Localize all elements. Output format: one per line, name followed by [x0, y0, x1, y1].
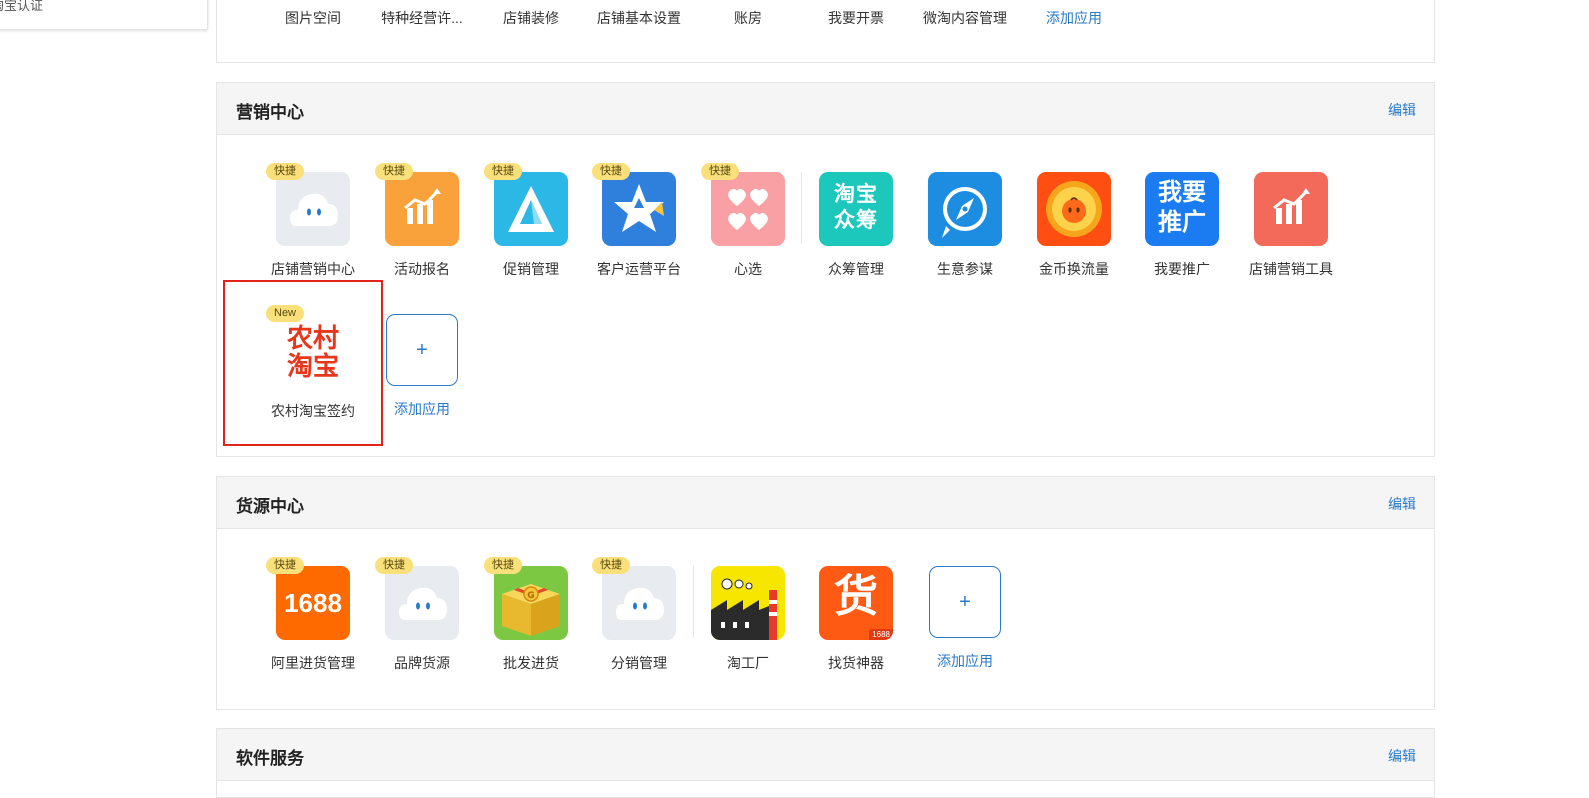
app-label: 心选 [734, 261, 762, 277]
app-promotion-management[interactable]: 快捷 促销管理 [477, 163, 585, 279]
gift-box-icon: G [494, 566, 568, 640]
app-wholesale-purchase[interactable]: 快捷 G 批发进货 [477, 557, 585, 673]
app-label: 生意参谋 [937, 261, 993, 277]
1688-icon: 1688 [276, 566, 350, 640]
app-customer-operation[interactable]: 快捷 客户运营平台 [585, 163, 693, 279]
marketing-center-title: 营销中心 [236, 103, 304, 122]
plus-symbol: + [416, 338, 428, 361]
app-xinxuan[interactable]: 快捷 心选 [694, 163, 802, 279]
app-ali-purchase-management[interactable]: 快捷 1688 阿里进货管理 [259, 557, 367, 673]
icon-text-line-2: 淘宝 [286, 351, 339, 381]
icon-text: 1688 [284, 588, 342, 618]
app-label: 店铺营销工具 [1249, 261, 1333, 277]
app-coin-for-traffic[interactable]: 金币换流量 [1020, 172, 1128, 279]
gold-coin-icon [1037, 172, 1111, 246]
icon-text: 货 [834, 572, 878, 621]
supply-center-title: 货源中心 [236, 497, 304, 516]
rural-taobao-icon: 农村 淘宝 [276, 314, 350, 388]
app-shop-decoration[interactable]: 店铺装修 [477, 8, 585, 28]
app-label: 淘工厂 [727, 655, 769, 671]
icon-text-line-1: 我要 [1158, 179, 1206, 206]
icon-text-line-2: 众筹 [834, 209, 878, 232]
app-image-space[interactable]: 图片空间 [259, 8, 367, 28]
app-weitao-content[interactable]: 微淘内容管理 [911, 8, 1019, 28]
quick-badge: 快捷 [484, 557, 522, 574]
app-shop-marketing-center[interactable]: 快捷 店铺营销中心 [259, 163, 367, 279]
icon-text-line-2: 推广 [1158, 209, 1206, 236]
app-distribution-management[interactable]: 快捷 分销管理 [585, 557, 693, 673]
quick-badge: 快捷 [375, 163, 413, 180]
add-app-link-top[interactable]: 添加应用 [1020, 8, 1128, 28]
app-label: 众筹管理 [828, 261, 884, 277]
add-app-supply[interactable]: + 添加应用 [911, 566, 1019, 671]
compass-icon [928, 172, 1002, 246]
app-label: 品牌货源 [394, 655, 450, 671]
marketing-center-header: 营销中心 编辑 [217, 83, 1434, 135]
quick-badge: 快捷 [266, 163, 304, 180]
app-shop-marketing-tools[interactable]: 店铺营销工具 [1237, 172, 1345, 279]
app-label: 农村淘宝签约 [271, 403, 355, 419]
goods-finder-icon: 货 1688 [819, 566, 893, 640]
app-label: 批发进货 [503, 655, 559, 671]
quick-badge: 快捷 [484, 163, 522, 180]
app-promote[interactable]: 我要 推广 我要推广 [1128, 172, 1236, 279]
add-app-marketing[interactable]: + 添加应用 [368, 314, 476, 419]
bar-chart-icon [385, 172, 459, 246]
software-service-panel: 软件服务 编辑 [216, 728, 1435, 798]
app-tao-factory[interactable]: 淘工厂 [694, 566, 802, 673]
icon-sub-badge: 1688 [869, 629, 893, 640]
app-account-room[interactable]: 账房 [694, 8, 802, 28]
new-badge: New [266, 305, 305, 322]
add-app-label: 添加应用 [394, 401, 450, 417]
bar-chart-icon [1254, 172, 1328, 246]
quick-badge: 快捷 [266, 557, 304, 574]
taobao-crowdfunding-icon: 淘宝 众筹 [819, 172, 893, 246]
quick-badge: 快捷 [592, 557, 630, 574]
hearts-icon [711, 172, 785, 246]
svg-text:G: G [527, 591, 534, 601]
software-edit-button[interactable]: 编辑 [1388, 746, 1416, 766]
app-rural-taobao-signup[interactable]: New 农村 淘宝 农村淘宝签约 [259, 305, 367, 421]
cloud-mascot-icon [385, 566, 459, 640]
app-label: 我要推广 [1154, 261, 1210, 277]
add-app-label: 添加应用 [937, 653, 993, 669]
app-invoice[interactable]: 我要开票 [802, 8, 910, 28]
dropdown-item-taobao-auth[interactable]: 淘宝认证 [0, 0, 43, 14]
add-plus-icon[interactable]: + [386, 314, 458, 386]
icon-text-line-1: 淘宝 [834, 183, 878, 206]
quick-badge: 快捷 [701, 163, 739, 180]
app-label: 店铺营销中心 [271, 261, 355, 277]
app-label: 活动报名 [394, 261, 450, 277]
cloud-mascot-icon [276, 172, 350, 246]
app-label: 客户运营平台 [597, 261, 681, 277]
software-service-header: 软件服务 编辑 [217, 729, 1434, 781]
app-label: 促销管理 [503, 261, 559, 277]
supply-edit-button[interactable]: 编辑 [1388, 494, 1416, 514]
app-brand-supply[interactable]: 快捷 品牌货源 [368, 557, 476, 673]
app-special-license[interactable]: 特种经营许... [368, 8, 476, 28]
app-business-advisor[interactable]: 生意参谋 [911, 172, 1019, 279]
icon-text-line-1: 农村 [286, 323, 339, 353]
app-activity-signup[interactable]: 快捷 活动报名 [368, 163, 476, 279]
app-label: 找货神器 [828, 655, 884, 671]
app-shop-basic-settings[interactable]: 店铺基本设置 [585, 8, 693, 28]
promote-icon: 我要 推广 [1145, 172, 1219, 246]
marketing-edit-button[interactable]: 编辑 [1388, 100, 1416, 120]
quick-badge: 快捷 [375, 557, 413, 574]
add-plus-icon[interactable]: + [929, 566, 1001, 638]
app-label: 阿里进货管理 [271, 655, 355, 671]
app-goods-finder[interactable]: 货 1688 找货神器 [802, 566, 910, 673]
supply-center-header: 货源中心 编辑 [217, 477, 1434, 529]
account-dropdown: 淘宝认证 [0, 0, 208, 30]
quick-badge: 快捷 [592, 163, 630, 180]
factory-icon [711, 566, 785, 640]
triangle-icon [494, 172, 568, 246]
app-label: 金币换流量 [1039, 261, 1109, 277]
star-icon [602, 172, 676, 246]
app-label: 分销管理 [611, 655, 667, 671]
cloud-mascot-icon [602, 566, 676, 640]
app-crowdfunding-management[interactable]: 淘宝 众筹 众筹管理 [802, 172, 910, 279]
software-service-title: 软件服务 [236, 749, 304, 768]
plus-symbol: + [959, 590, 971, 613]
